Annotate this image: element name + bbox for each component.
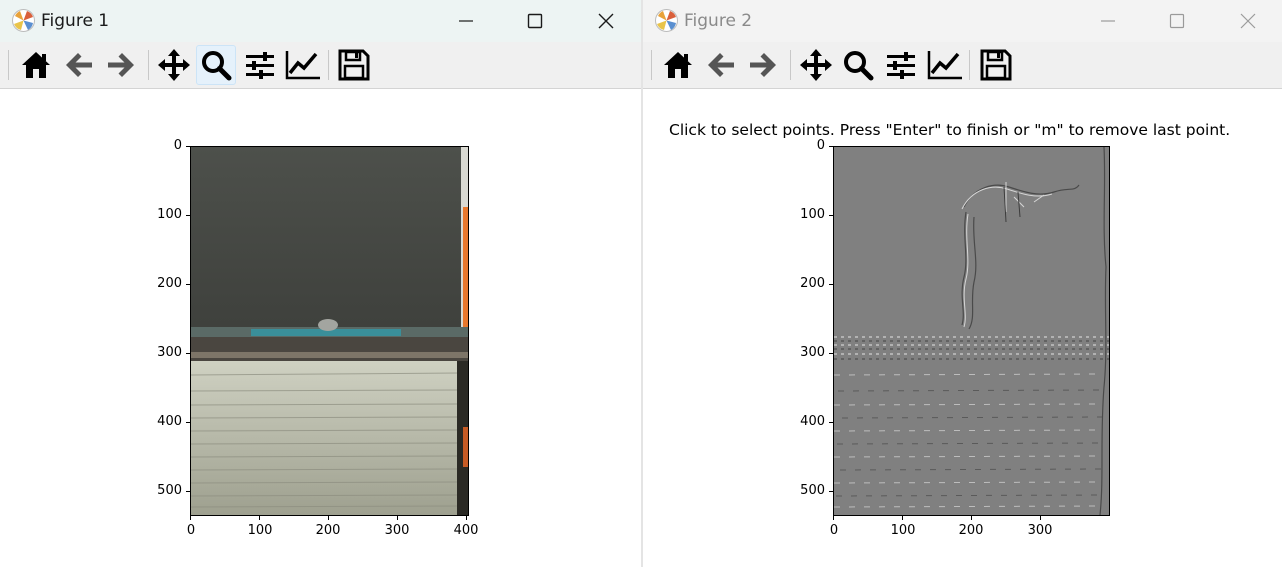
x-tick-label: 200	[958, 523, 984, 538]
x-tick-label: 200	[315, 523, 341, 538]
back-button[interactable]	[701, 45, 741, 85]
save-icon	[338, 49, 370, 81]
y-tick-label: 300	[157, 345, 182, 360]
window-title: Figure 2	[684, 11, 753, 31]
image-axes[interactable]	[190, 146, 469, 516]
x-tick-label: 100	[890, 523, 916, 538]
zoom-icon	[844, 51, 874, 81]
close-button[interactable]	[1225, 0, 1271, 42]
back-arrow-icon	[708, 53, 734, 77]
toolbar-separator	[969, 50, 970, 80]
configure-subplots-button[interactable]	[240, 45, 280, 85]
y-tick-label: 500	[157, 483, 182, 498]
matplotlib-app-icon	[12, 9, 35, 32]
forward-arrow-icon	[750, 53, 776, 77]
home-icon	[664, 52, 692, 78]
y-tick-label: 100	[157, 207, 182, 222]
edge-image-axes[interactable]	[833, 146, 1110, 516]
y-tick-label: 0	[173, 138, 182, 153]
save-button[interactable]	[976, 45, 1016, 85]
x-tick-label: 0	[186, 523, 196, 538]
y-tick-label: 100	[800, 207, 825, 222]
y-tick-label: 400	[157, 414, 182, 429]
home-button[interactable]	[16, 45, 56, 85]
navigation-toolbar	[0, 42, 641, 89]
toolbar-separator	[651, 50, 652, 80]
edit-axes-button[interactable]	[283, 45, 323, 85]
forward-button[interactable]	[743, 45, 783, 85]
instruction-text: Click to select points. Press "Enter" to…	[669, 121, 1231, 139]
close-button[interactable]	[583, 0, 629, 42]
title-bar[interactable]: Figure 1	[0, 0, 641, 42]
matplotlib-app-icon	[655, 9, 678, 32]
zoom-button[interactable]	[838, 45, 878, 85]
title-bar[interactable]: Figure 2	[643, 0, 1282, 42]
pan-icon	[800, 49, 832, 81]
edit-axes-icon	[285, 51, 320, 80]
y-tick-label: 0	[816, 138, 825, 153]
toolbar-separator	[8, 50, 9, 80]
toolbar-separator	[790, 50, 791, 80]
edit-axes-button[interactable]	[925, 45, 965, 85]
back-button[interactable]	[59, 45, 99, 85]
forward-button[interactable]	[101, 45, 141, 85]
configure-subplots-button[interactable]	[881, 45, 921, 85]
maximize-button[interactable]	[1154, 0, 1200, 42]
window-title: Figure 1	[41, 11, 110, 31]
x-tick-label: 300	[384, 523, 410, 538]
toolbar-separator	[328, 50, 329, 80]
minimize-button[interactable]	[1085, 0, 1131, 42]
maximize-icon	[1169, 13, 1185, 29]
edit-axes-icon	[927, 51, 962, 80]
figure-canvas[interactable]: Click to select points. Press "Enter" to…	[643, 89, 1282, 567]
pan-button[interactable]	[154, 45, 194, 85]
x-tick-label: 0	[829, 523, 839, 538]
y-tick-label: 400	[800, 414, 825, 429]
save-button[interactable]	[334, 45, 374, 85]
forward-arrow-icon	[108, 53, 134, 77]
zoom-button[interactable]	[196, 45, 236, 85]
x-tick-label: 100	[247, 523, 273, 538]
zoom-icon	[202, 51, 232, 81]
navigation-toolbar	[643, 42, 1282, 89]
figure-1-window: Figure 1 0 100 200 300 400 500 0 100 200…	[0, 0, 642, 567]
minimize-icon	[459, 20, 473, 22]
pan-icon	[158, 49, 190, 81]
configure-subplots-icon	[246, 52, 274, 79]
x-tick-label: 400	[453, 523, 479, 538]
maximize-icon	[527, 13, 543, 29]
configure-subplots-icon	[887, 52, 915, 79]
book-photo-image	[191, 147, 468, 515]
y-tick-label: 500	[800, 483, 825, 498]
figure-canvas[interactable]: 0 100 200 300 400 500 0 100 200 300 400	[0, 89, 641, 567]
edge-detection-image	[834, 147, 1109, 515]
minimize-button[interactable]	[443, 0, 489, 42]
home-button[interactable]	[658, 45, 698, 85]
pan-button[interactable]	[796, 45, 836, 85]
y-tick-label: 200	[800, 276, 825, 291]
home-icon	[22, 52, 50, 78]
save-icon	[980, 49, 1012, 81]
back-arrow-icon	[66, 53, 92, 77]
y-tick-label: 200	[157, 276, 182, 291]
minimize-icon	[1101, 20, 1115, 22]
maximize-button[interactable]	[512, 0, 558, 42]
close-icon	[1240, 13, 1256, 29]
y-tick-label: 300	[800, 345, 825, 360]
x-tick-label: 300	[1027, 523, 1053, 538]
toolbar-separator	[148, 50, 149, 80]
figure-2-window: Figure 2 Click to select points. Press "…	[643, 0, 1282, 567]
close-icon	[598, 13, 614, 29]
